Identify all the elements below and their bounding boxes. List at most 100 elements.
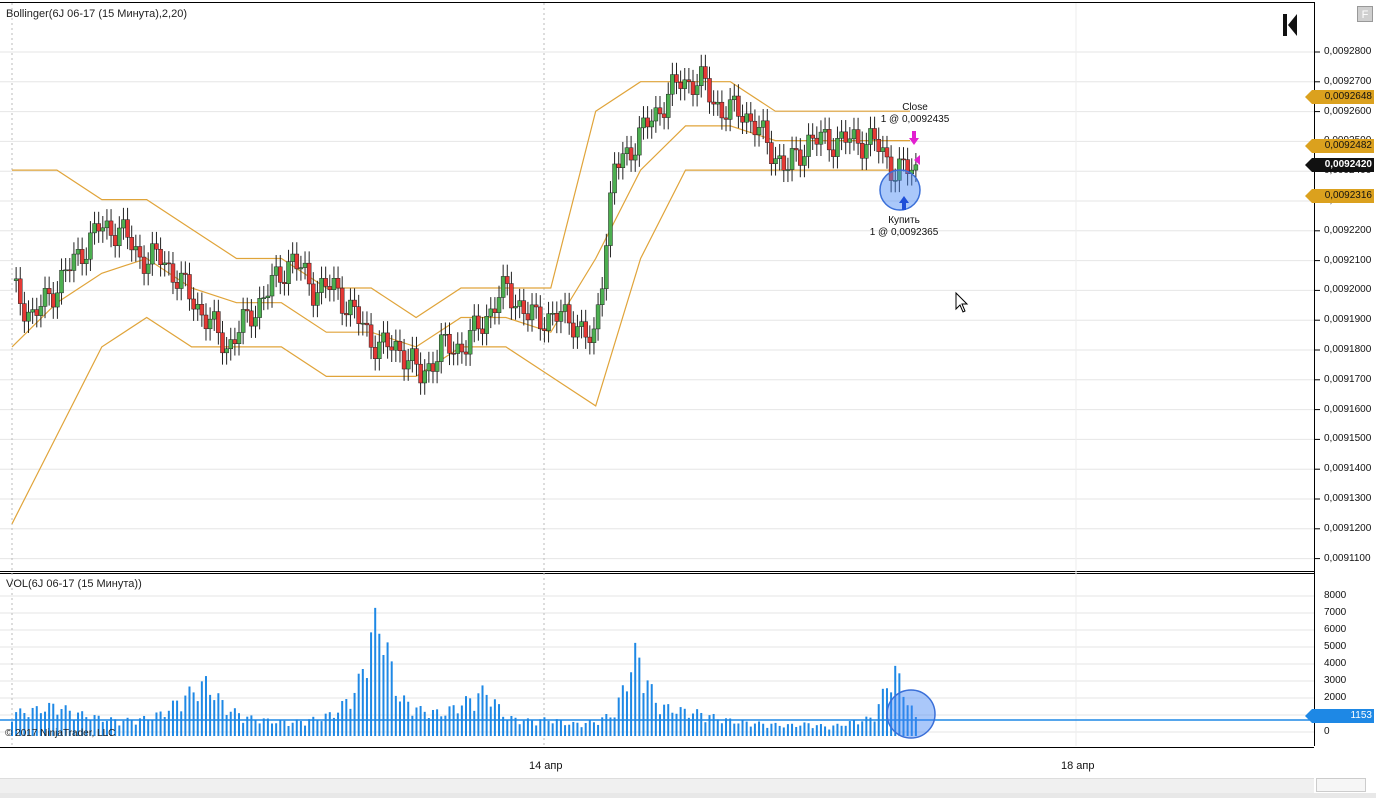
candle-up [13, 278, 19, 281]
candle-down [311, 283, 316, 306]
candle-down [814, 137, 820, 145]
candle-down [661, 113, 667, 118]
candle-down [170, 263, 176, 283]
candle-up [422, 370, 427, 384]
candle-up [331, 278, 337, 290]
candle-up [868, 128, 873, 145]
candle-up [133, 246, 139, 251]
candle-up [835, 138, 840, 157]
candle-up [822, 129, 828, 133]
candle-up [756, 127, 762, 136]
candle-up [405, 360, 411, 370]
price-y-tick: 0,0092600 [1324, 105, 1372, 117]
candle-down [18, 278, 23, 304]
candle-up [785, 169, 791, 171]
candle-down [736, 95, 741, 117]
candle-up [253, 317, 258, 327]
candle-up [472, 315, 477, 331]
f-button[interactable]: F [1357, 6, 1373, 22]
candle-down [34, 309, 40, 316]
candle-up [286, 261, 291, 284]
candle-down [752, 120, 758, 136]
candle-down [492, 308, 498, 313]
last-price-tag: 0,0092420 [1305, 158, 1374, 172]
buy-detail: 1 @ 0,0092365 [869, 227, 939, 238]
candle-down [509, 283, 514, 309]
scroll-thumb[interactable] [1316, 778, 1366, 792]
candle-down [703, 66, 708, 79]
candle-down [306, 262, 312, 285]
candle-down [232, 339, 238, 344]
candle-up [760, 120, 766, 128]
chart-canvas[interactable] [0, 0, 1376, 798]
candle-down [418, 363, 423, 384]
price-y-tick: 0,0092200 [1324, 224, 1372, 236]
candle-down [876, 139, 881, 152]
candle-down [793, 148, 799, 151]
candle-down [616, 163, 621, 168]
candle-down [587, 336, 593, 343]
candle-up [517, 300, 522, 307]
candle-down [191, 298, 196, 310]
candle-up [604, 245, 609, 290]
middle-band-price-tag: 0,0092482 [1305, 139, 1374, 153]
candle-up [599, 288, 605, 305]
horizontal-scrollbar[interactable] [0, 778, 1314, 793]
candle-down [401, 350, 407, 370]
candle-down [480, 328, 485, 334]
candle-down [678, 82, 683, 89]
candle-up [207, 318, 213, 330]
candle-up [228, 339, 233, 350]
candle-down [521, 300, 527, 314]
candle-up [121, 219, 126, 229]
candle-down [843, 131, 848, 143]
candle-down [765, 120, 770, 143]
price-y-tick: 0,0091900 [1324, 314, 1372, 326]
candle-up [104, 220, 110, 229]
candle-down [657, 107, 663, 115]
candle-down [798, 149, 803, 166]
buy-order-annotation: Купить 1 @ 0,0092365 [860, 215, 948, 239]
candle-up [30, 309, 35, 313]
candle-up [612, 163, 617, 194]
candle-up [608, 192, 613, 246]
price-y-tick: 0,0091500 [1324, 433, 1372, 445]
candle-up [162, 262, 167, 265]
candle-up [579, 321, 584, 327]
candle-up [500, 276, 506, 298]
candle-up [653, 107, 659, 122]
candle-down [711, 101, 716, 105]
price-y-tick: 0,0091800 [1324, 344, 1372, 355]
candle-down [158, 248, 163, 265]
candle-up [715, 101, 721, 105]
price-y-tick: 0,0091100 [1324, 552, 1371, 564]
volume-y-tick: 0 [1324, 726, 1330, 737]
candle-down [79, 249, 85, 264]
upper-band-price-tag: 0,0092648 [1305, 90, 1374, 104]
candle-up [150, 243, 155, 265]
candle-down [451, 353, 456, 355]
candle-down [628, 147, 634, 161]
volume-y-tick: 7000 [1324, 607, 1347, 618]
candle-up [851, 129, 857, 140]
candle-down [645, 117, 650, 128]
candle-up [273, 266, 279, 276]
close-order-annotation: Close 1 @ 0,0092435 [872, 102, 958, 126]
candle-down [859, 143, 865, 159]
candle-down [187, 274, 192, 300]
candle-up [744, 113, 749, 123]
close-detail: 1 @ 0,0092435 [880, 114, 950, 125]
candle-down [335, 278, 341, 289]
candle-up [550, 312, 555, 315]
volume-y-tick: 8000 [1324, 590, 1347, 601]
candle-up [777, 155, 782, 159]
candle-up [913, 164, 919, 171]
candle-up [319, 278, 324, 293]
candle-up [575, 326, 580, 338]
candle-down [690, 81, 696, 95]
candle-up [818, 131, 824, 145]
candle-up [624, 147, 630, 154]
candle-down [505, 276, 510, 284]
candle-up [393, 341, 399, 351]
candle-down [476, 315, 481, 330]
